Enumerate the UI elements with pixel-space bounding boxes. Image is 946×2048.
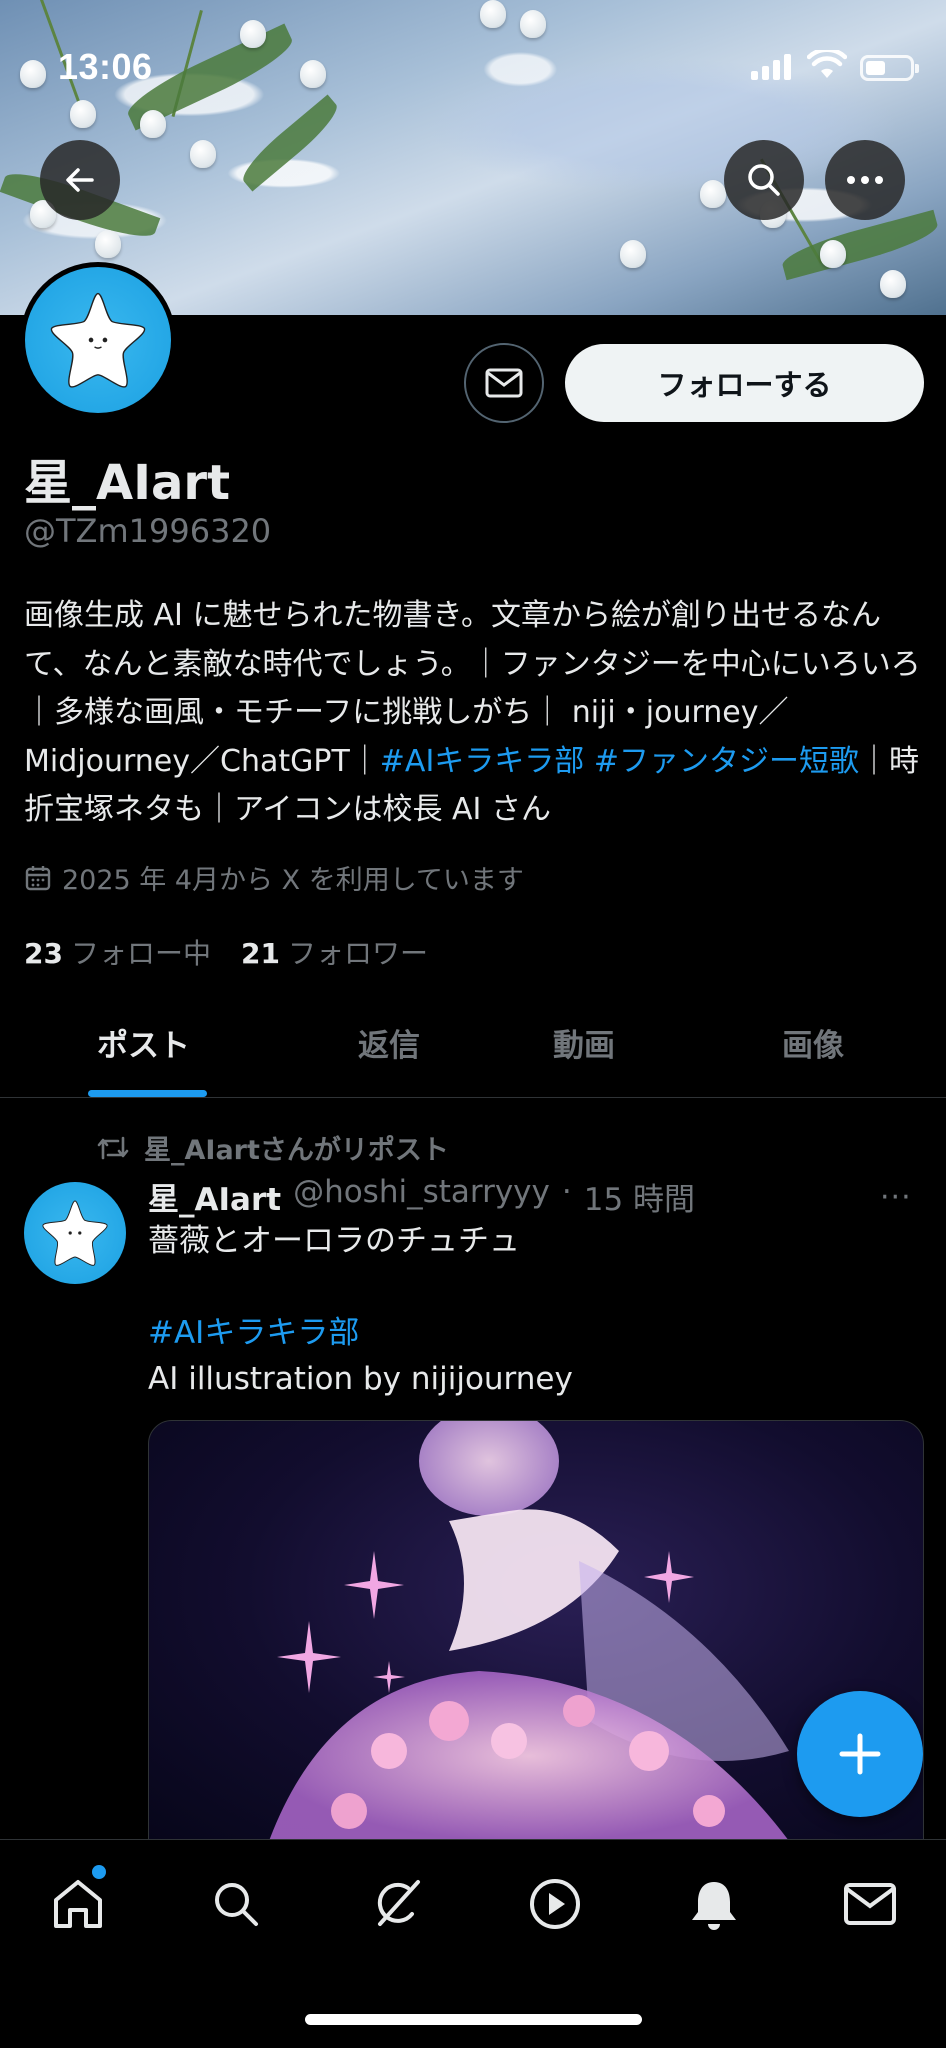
bio-hashtag-ai[interactable]: #AIキラキラ部 [380, 744, 585, 779]
following-label: フォロー中 [70, 937, 211, 970]
tab-posts[interactable]: ポスト [97, 1020, 190, 1065]
post-time[interactable]: 15 時間 [584, 1174, 695, 1219]
more-horizontal-icon [847, 176, 883, 184]
bio-space [584, 744, 594, 779]
battery-level [866, 61, 885, 75]
notification-dot [92, 1865, 106, 1879]
battery-icon [860, 55, 919, 81]
more-button[interactable] [825, 140, 905, 220]
follow-button[interactable]: フォローする [565, 344, 924, 422]
post-text: 薔薇とオーロラのチュチュ #AIキラキラ部 AI illustration by… [148, 1218, 908, 1402]
nav-grok[interactable] [364, 1872, 428, 1936]
bell-icon [692, 1882, 736, 1930]
followers-count: 21 [240, 937, 280, 970]
wifi-icon [807, 50, 847, 78]
message-button[interactable] [464, 343, 544, 423]
post-text-line: 薔薇とオーロラのチュチュ [148, 1223, 520, 1259]
tab-images[interactable]: 画像 [782, 1020, 844, 1065]
cellular-signal-icon [751, 52, 791, 80]
post-hashtag[interactable]: #AIキラキラ部 [148, 1310, 908, 1356]
grok-icon [377, 1880, 420, 1926]
search-button[interactable] [724, 140, 804, 220]
joined-date: 2025 年 4月から X を利用しています [24, 858, 524, 897]
followers-label: フォロワー [287, 937, 428, 970]
repost-icon [97, 1136, 129, 1159]
repost-indicator: 星_AIartさんがリポスト [96, 1128, 449, 1167]
nav-messages[interactable] [838, 1872, 902, 1936]
back-button[interactable] [40, 140, 120, 220]
post-header: 星_AIart @hoshi_starryyy · 15 時間 [148, 1174, 695, 1219]
envelope-icon [844, 1883, 896, 1925]
nav-search[interactable] [204, 1872, 268, 1936]
bio-hashtag-tanka[interactable]: #ファンタジー短歌 [594, 744, 859, 779]
arrow-left-icon [66, 168, 94, 192]
nav-video[interactable] [523, 1872, 587, 1936]
home-icon [54, 1880, 102, 1928]
search-icon [748, 164, 780, 196]
following-count: 23 [24, 937, 63, 970]
post-separator: · [561, 1174, 572, 1210]
following-link[interactable]: 23 フォロー中 [24, 932, 211, 972]
status-time: 13:06 [58, 46, 153, 87]
profile-handle: @TZm1996320 [24, 512, 272, 550]
calendar-icon [25, 865, 51, 890]
compose-button[interactable] [797, 1691, 923, 1817]
status-bar: 13:06 [0, 0, 946, 130]
profile-bio: 画像生成 AI に魅せられた物書き。文章から絵が創り出せるなんて、なんと素敵な時… [24, 592, 929, 835]
repost-text: 星_AIartさんがリポスト [144, 1135, 449, 1166]
post-more-button[interactable]: ··· [880, 1180, 912, 1215]
post-text-line: AI illustration by nijijourney [148, 1361, 573, 1397]
star-character-icon [50, 292, 146, 388]
post-author-name[interactable]: 星_AIart [148, 1174, 281, 1219]
envelope-icon [485, 368, 523, 398]
nav-home[interactable] [46, 1872, 110, 1936]
nav-notifications[interactable] [682, 1872, 746, 1936]
tab-videos[interactable]: 動画 [553, 1020, 615, 1065]
plus-icon [839, 1733, 881, 1775]
play-icon [530, 1879, 580, 1929]
post-author-handle[interactable]: @hoshi_starryyy [293, 1174, 550, 1219]
joined-text: 2025 年 4月から X を利用しています [62, 865, 524, 896]
display-name: 星_AIart [24, 455, 231, 511]
profile-tabs: ポスト 返信 動画 画像 [0, 1000, 946, 1098]
tab-replies[interactable]: 返信 [358, 1020, 420, 1065]
active-tab-indicator [88, 1090, 207, 1097]
star-character-icon [42, 1200, 108, 1266]
followers-link[interactable]: 21 フォロワー [241, 932, 428, 972]
profile-avatar[interactable] [20, 262, 176, 418]
follow-stats: 23 フォロー中 21 フォロワー [24, 932, 428, 972]
home-indicator[interactable] [305, 2014, 642, 2025]
search-icon [215, 1883, 258, 1926]
post-avatar[interactable] [24, 1182, 126, 1284]
